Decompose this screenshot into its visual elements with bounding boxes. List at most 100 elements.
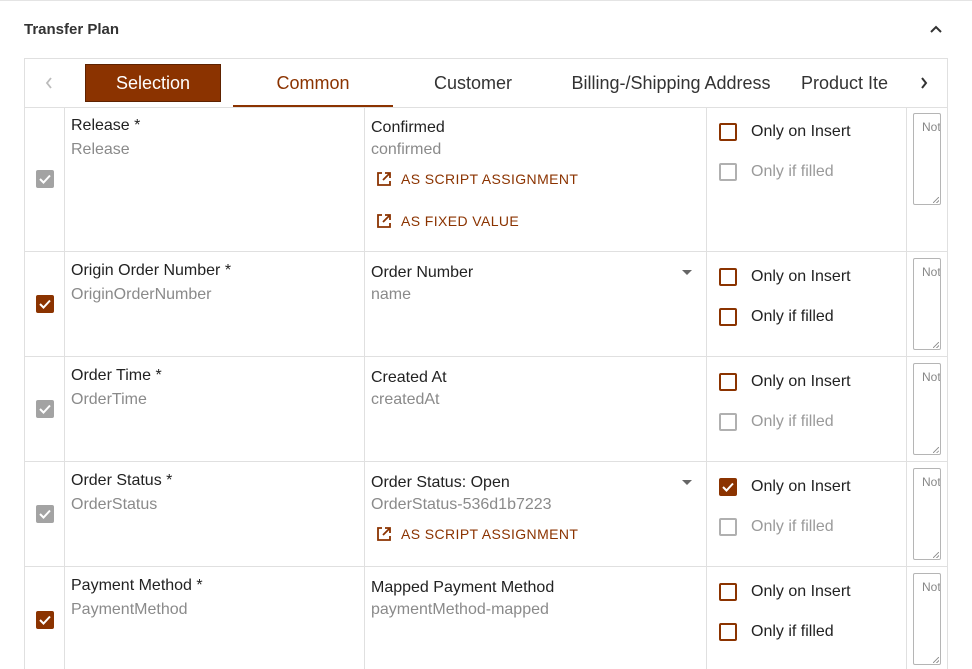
only-if-filled-label: Only if filled: [751, 623, 834, 640]
mapping-select[interactable]: Order Status: Open OrderStatus-536d1b722…: [365, 462, 707, 566]
field-key: OriginOrderNumber: [71, 286, 212, 303]
dropdown-arrow-icon[interactable]: [682, 480, 692, 485]
field-name: Origin Order Number *: [71, 262, 232, 279]
row-select-checkbox[interactable]: [35, 295, 54, 313]
mapping-value: Confirmed: [371, 119, 445, 136]
mapping-value: Order Number: [371, 264, 474, 281]
mapping-select[interactable]: Order Number name: [365, 252, 707, 356]
field-cell: Order Time * OrderTime: [65, 357, 365, 461]
options-cell: Only on Insert Only if filled: [707, 252, 907, 356]
only-if-filled-checkbox[interactable]: [719, 308, 737, 326]
as-script-assignment-button[interactable]: AS SCRIPT ASSIGNMENT: [375, 524, 700, 544]
only-if-filled-label: Only if filled: [751, 308, 834, 325]
only-on-insert-option[interactable]: Only on Insert: [719, 123, 851, 141]
note-cell: Not: [907, 107, 947, 251]
field-key: PaymentMethod: [71, 601, 188, 618]
mapping-table: Release * Release Confirmed confirmed AS…: [24, 107, 948, 669]
note-textarea[interactable]: Not: [913, 363, 941, 455]
mapping-cell[interactable]: Confirmed confirmed AS SCRIPT ASSIGNMENT…: [365, 107, 707, 251]
mapping-cell[interactable]: Mapped Payment Method paymentMethod-mapp…: [365, 567, 707, 669]
mapping-cell[interactable]: Created At createdAt: [365, 357, 707, 461]
note-textarea[interactable]: Not: [913, 113, 941, 205]
row-select-cell: [25, 462, 65, 566]
panel-header: Transfer Plan: [24, 1, 948, 57]
table-row: Payment Method * PaymentMethod Mapped Pa…: [25, 567, 947, 669]
note-cell: Not: [907, 462, 947, 566]
tab-scroll-left-button[interactable]: [25, 59, 73, 107]
field-name: Release *: [71, 117, 141, 134]
chevron-up-icon[interactable]: [924, 17, 948, 41]
mapping-key: paymentMethod-mapped: [371, 601, 549, 618]
only-on-insert-checkbox[interactable]: [719, 268, 737, 286]
tabs-list: Selection Common Customer Billing-/Shipp…: [73, 59, 901, 107]
mapping-value: Mapped Payment Method: [371, 579, 555, 596]
field-cell: Origin Order Number * OriginOrderNumber: [65, 252, 365, 356]
options-cell: Only on Insert Only if filled: [707, 567, 907, 669]
field-cell: Order Status * OrderStatus: [65, 462, 365, 566]
only-if-filled-checkbox[interactable]: [719, 623, 737, 641]
row-select-cell: [25, 567, 65, 669]
tab-common[interactable]: Common: [233, 59, 393, 107]
row-select-checkbox[interactable]: [35, 610, 54, 629]
row-select-cell: [25, 252, 65, 356]
mapping-key: confirmed: [371, 141, 442, 158]
note-cell: Not: [907, 357, 947, 461]
check-icon: [722, 482, 734, 492]
mapping-value: Order Status: Open: [371, 474, 510, 491]
mapping-key: createdAt: [371, 391, 440, 408]
table-row: Order Status * OrderStatus Order Status:…: [25, 462, 947, 567]
tab-bar: Selection Common Customer Billing-/Shipp…: [24, 58, 948, 108]
only-if-filled-option: Only if filled: [719, 518, 834, 536]
check-icon: [38, 174, 51, 184]
chevron-right-icon: [921, 77, 928, 89]
tab-product-items[interactable]: Product Ite: [789, 59, 901, 107]
only-if-filled-label: Only if filled: [751, 518, 834, 535]
row-select-checkbox: [35, 400, 54, 418]
options-cell: Only on Insert Only if filled: [707, 357, 907, 461]
only-on-insert-option[interactable]: Only on Insert: [719, 373, 851, 391]
field-key: OrderStatus: [71, 496, 158, 513]
tab-billing-shipping-address[interactable]: Billing-/Shipping Address: [553, 59, 789, 107]
mapping-key: name: [371, 286, 412, 303]
tab-customer[interactable]: Customer: [393, 59, 553, 107]
only-on-insert-checkbox[interactable]: [719, 583, 737, 601]
only-if-filled-checkbox: [719, 518, 737, 536]
options-cell: Only on Insert Only if filled: [707, 462, 907, 566]
field-name: Payment Method *: [71, 577, 203, 594]
only-if-filled-label: Only if filled: [751, 163, 834, 180]
only-if-filled-checkbox: [719, 413, 737, 431]
only-on-insert-checkbox[interactable]: [719, 123, 737, 141]
note-textarea[interactable]: Not: [913, 258, 941, 350]
as-fixed-value-label: AS FIXED VALUE: [401, 213, 520, 229]
only-on-insert-checkbox[interactable]: [719, 373, 737, 391]
tab-scroll-right-button[interactable]: [901, 59, 947, 107]
only-if-filled-checkbox: [719, 163, 737, 181]
as-script-assignment-button[interactable]: AS SCRIPT ASSIGNMENT: [375, 169, 700, 189]
tab-selection[interactable]: Selection: [85, 64, 221, 102]
mapping-key: OrderStatus-536d1b7223: [371, 496, 552, 513]
check-icon: [38, 615, 51, 625]
as-fixed-value-button[interactable]: AS FIXED VALUE: [375, 211, 700, 231]
chevron-left-icon: [45, 77, 52, 89]
note-textarea[interactable]: Not: [913, 573, 941, 665]
open-in-new-icon: [377, 214, 391, 228]
field-key: Release: [71, 141, 130, 158]
only-on-insert-option[interactable]: Only on Insert: [719, 478, 851, 496]
dropdown-arrow-icon[interactable]: [682, 270, 692, 275]
field-cell: Payment Method * PaymentMethod: [65, 567, 365, 669]
open-in-new-icon: [377, 527, 391, 541]
only-on-insert-option[interactable]: Only on Insert: [719, 583, 851, 601]
only-on-insert-label: Only on Insert: [751, 583, 851, 600]
only-if-filled-option: Only if filled: [719, 163, 834, 181]
only-on-insert-checkbox[interactable]: [719, 478, 737, 496]
only-if-filled-option[interactable]: Only if filled: [719, 623, 834, 641]
only-on-insert-label: Only on Insert: [751, 123, 851, 140]
note-cell: Not: [907, 252, 947, 356]
only-on-insert-option[interactable]: Only on Insert: [719, 268, 851, 286]
note-textarea[interactable]: Not: [913, 468, 941, 560]
field-key: OrderTime: [71, 391, 147, 408]
field-name: Order Time *: [71, 367, 162, 384]
row-select-cell: [25, 357, 65, 461]
only-if-filled-option[interactable]: Only if filled: [719, 308, 834, 326]
only-on-insert-label: Only on Insert: [751, 478, 851, 495]
